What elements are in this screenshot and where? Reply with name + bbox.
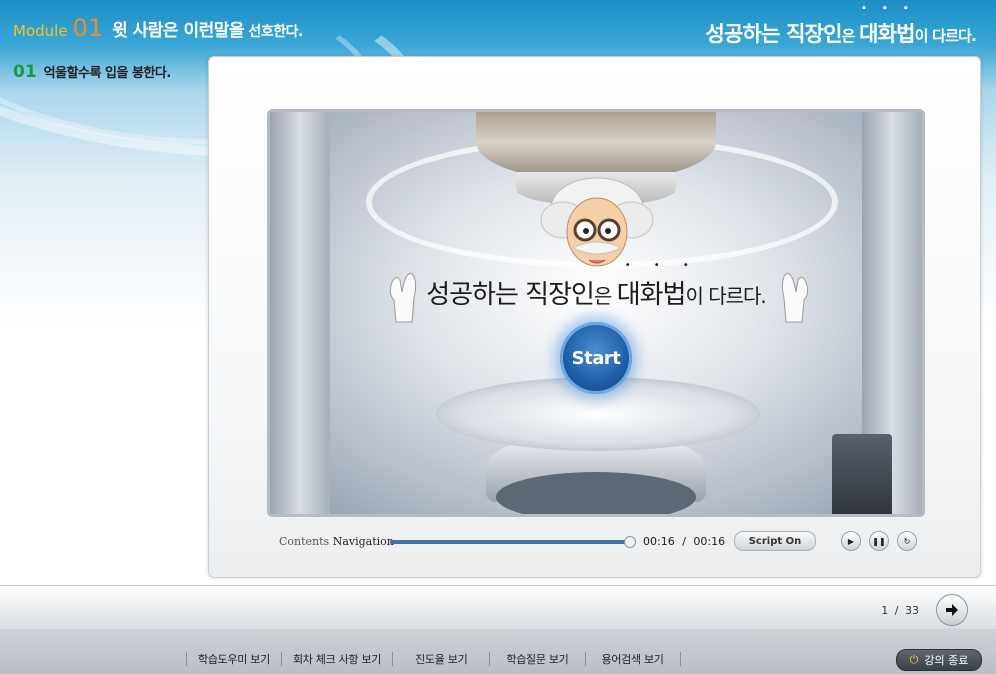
pause-button[interactable]: ❚❚ [869, 531, 889, 551]
page-separator: / [894, 604, 899, 617]
module-title-main: 윗 사람은 이런말을 [112, 21, 245, 41]
replay-button[interactable]: ↻ [897, 531, 917, 551]
stage-title: 성공하는 직장인은 대화법이 다르다. [270, 260, 922, 311]
lesson-title: 억울할수록 입을 봉한다. [43, 66, 172, 81]
arrow-right-icon [946, 604, 958, 616]
page-indicator: 1 / 33 [881, 604, 919, 617]
play-button[interactable]: ▶ [841, 531, 861, 551]
decorative-base [496, 472, 696, 514]
exit-label: 강의 종료 [924, 654, 969, 667]
course-title-part: 성공하는 직장인 [705, 22, 843, 46]
progress-knob[interactable] [624, 536, 636, 548]
lesson-item[interactable]: 01 억울할수록 입을 봉한다. [13, 62, 171, 82]
time-separator: / [682, 535, 686, 548]
module-word: Module [13, 22, 68, 40]
stage-title-emphasis: 대화법 [617, 260, 699, 311]
nav-label-contents: Contents [279, 535, 330, 548]
course-title-emphasis: 대화법 [859, 4, 915, 48]
menu-progress-view[interactable]: 진도율 보기 [393, 651, 489, 667]
module-title-tail: 선호한다. [244, 24, 303, 40]
current-page: 1 [881, 604, 889, 617]
course-title-part: 이 다르다. [914, 27, 977, 45]
module-header: Module 01 윗 사람은 이런말을 선호한다. [13, 14, 303, 44]
total-time: 00:16 [693, 535, 726, 548]
menu-study-helper[interactable]: 학습도우미 보기 [187, 651, 281, 667]
menu-session-checklist[interactable]: 회차 체크 사항 보기 [282, 651, 392, 667]
start-button[interactable]: Start [560, 322, 632, 394]
play-icon: ▶ [847, 536, 855, 546]
lesson-number: 01 [13, 62, 37, 82]
exit-lecture-button[interactable]: ⏻ 강의 종료 [896, 649, 982, 671]
course-title: 성공하는 직장인은 대화법이 다르다. [705, 4, 977, 48]
content-panel: 성공하는 직장인은 대화법이 다르다. Start Contents Navig… [208, 56, 981, 578]
professor-character-icon [540, 177, 654, 267]
progress-track[interactable] [390, 536, 636, 548]
player-controls: Contents Navigation 00:16 / 00:16 Script… [279, 529, 919, 555]
stage-title-part: 은 [593, 284, 617, 308]
menu-divider [679, 652, 681, 666]
nav-label-navigation: Navigation [332, 535, 394, 548]
next-page-button[interactable] [936, 594, 968, 626]
video-stage: 성공하는 직장인은 대화법이 다르다. Start [267, 109, 925, 517]
stage-title-part: 성공하는 직장인 [426, 280, 595, 310]
decorative-machine [832, 434, 892, 514]
pagination-bar: 1 / 33 [0, 585, 996, 631]
progress-fill [390, 536, 636, 548]
module-number: 01 [72, 14, 104, 42]
replay-icon: ↻ [903, 536, 911, 546]
power-icon: ⏻ [909, 653, 919, 666]
menu-glossary-search[interactable]: 용어검색 보기 [586, 651, 680, 667]
decorative-pillar [270, 112, 330, 514]
stage-title-part: 이 다르다. [685, 284, 766, 308]
time-display: 00:16 / 00:16 [643, 535, 725, 548]
script-toggle-button[interactable]: Script On [734, 531, 816, 551]
course-title-part: 은 [841, 27, 860, 45]
footer-menu: 학습도우미 보기 회차 체크 사항 보기 진도율 보기 학습질문 보기 용어검색… [186, 651, 681, 667]
total-pages: 33 [905, 604, 919, 617]
contents-navigation-label: Contents Navigation [279, 535, 394, 548]
menu-study-questions[interactable]: 학습질문 보기 [490, 651, 584, 667]
footer-bar: 학습도우미 보기 회차 체크 사항 보기 진도율 보기 학습질문 보기 용어검색… [0, 629, 996, 674]
current-time: 00:16 [643, 535, 675, 548]
module-title: 윗 사람은 이런말을 선호한다. [112, 16, 303, 41]
pause-icon: ❚❚ [872, 536, 886, 546]
